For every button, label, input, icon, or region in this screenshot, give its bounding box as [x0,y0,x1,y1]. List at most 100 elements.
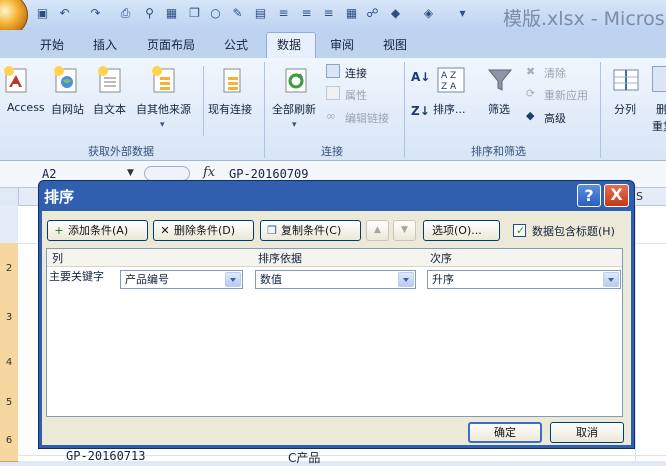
properties-button[interactable]: 属性 [345,87,367,103]
tab-page-layout[interactable]: 页面布局 [147,36,195,53]
text-to-columns-icon [613,69,639,91]
advanced-filter-button[interactable]: 高级 [544,110,566,126]
access-button[interactable]: Access [7,101,45,114]
delete-icon: ✕ [160,224,170,237]
tab-insert[interactable]: 插入 [93,36,117,53]
formula-bar-handle[interactable] [144,166,190,181]
formula-input[interactable]: GP-20160709 [229,167,308,181]
refresh-dropdown-icon[interactable]: ▾ [292,120,297,130]
filter-icon [487,69,513,91]
tab-data[interactable]: 数据 [277,36,301,53]
access-icon [4,66,27,93]
sort-column-value: 产品编号 [125,273,169,286]
tab-formulas[interactable]: 公式 [224,36,248,53]
sort-button[interactable]: 排序... [433,101,466,117]
sort-on-select[interactable]: 数值 [255,270,416,289]
connections-icon [326,64,340,78]
add-level-button[interactable]: + 添加条件(A) [47,220,148,241]
text-to-columns-button[interactable]: 分列 [614,101,636,117]
move-down-button[interactable]: ▼ [393,220,416,241]
other-sources-icon [152,66,175,93]
edit-links-button[interactable]: 编辑链接 [345,110,389,126]
reapply-button[interactable]: 重新应用 [544,87,588,103]
align-center-icon[interactable]: ≡ [298,5,315,22]
align-left-icon[interactable]: ≡ [275,5,292,22]
svg-text:A Z: A Z [441,71,456,81]
customize-qat-icon[interactable]: ▾ [454,5,471,22]
select-all-corner[interactable] [0,188,19,205]
clear-filter-button[interactable]: 清除 [544,65,566,81]
connections-button[interactable]: 连接 [345,65,367,81]
table-icon[interactable]: ▤ [252,5,269,22]
ok-button[interactable]: 确定 [468,422,542,443]
other-sources-dropdown-icon[interactable]: ▾ [160,120,165,130]
row-header[interactable] [0,205,18,244]
fill-color-icon[interactable]: ◆ [387,5,404,22]
delete-level-label: 删除条件(D) [174,224,236,237]
cell-product-name[interactable]: C产品 [288,449,320,466]
cancel-button[interactable]: 取消 [550,422,624,443]
filter-button[interactable]: 筛选 [488,101,510,117]
remove-duplicates-icon [652,66,666,92]
close-button[interactable]: X [604,184,629,207]
check-icon: ✓ [516,224,526,237]
tab-home[interactable]: 开始 [40,36,64,53]
copy-level-icon: ❐ [267,224,277,237]
text-file-icon [98,66,121,93]
insert-function-icon[interactable]: fx [203,165,215,180]
sort-descending-icon[interactable]: Z↓ [411,104,430,118]
paint-bucket-icon[interactable]: ◈ [420,5,437,22]
align-right-icon[interactable]: ≡ [320,5,337,22]
row-header-6[interactable]: 6 [0,420,18,462]
brush-icon[interactable]: ✎ [229,5,246,22]
from-web-button[interactable]: 自网站 [51,101,84,117]
chevron-down-icon[interactable] [603,272,619,287]
link-icon[interactable]: ☍ [364,5,381,22]
row-header-2[interactable]: 2 [0,243,18,296]
has-header-checkbox[interactable]: ✓ [513,224,526,237]
sort-order-value: 升序 [432,273,454,286]
redo-icon[interactable]: ↷ [87,5,104,22]
borders-icon[interactable]: ▦ [343,5,360,22]
reapply-icon: ⟳ [526,87,536,100]
copy-icon[interactable]: ❐ [186,5,203,22]
advanced-filter-icon: ◆ [526,109,535,122]
save-icon[interactable]: ▣ [34,5,51,22]
tab-review[interactable]: 审阅 [330,36,354,53]
web-icon [54,66,77,93]
options-button[interactable]: 选项(O)... [423,220,500,241]
remove-duplicates-label-bottom[interactable]: 重复 [652,118,666,134]
sort-ascending-icon[interactable]: A↓ [411,70,430,84]
print-icon[interactable]: ⎙ [117,5,134,22]
refresh-all-button[interactable]: 全部刷新 [272,101,316,117]
sort-column-select[interactable]: 产品编号 [120,270,243,289]
from-other-sources-button[interactable]: 自其他来源 [136,101,191,117]
row-header-4[interactable]: 4 [0,340,18,386]
group-separator [404,62,405,158]
tab-view[interactable]: 视图 [383,36,407,53]
column-header-s[interactable]: S [636,190,643,203]
help-button[interactable]: ? [577,184,601,207]
existing-connections-button[interactable]: 现有连接 [208,101,252,117]
row-header-5[interactable]: 5 [0,385,18,421]
name-box-dropdown-icon[interactable]: ▼ [127,168,134,178]
print-preview-icon[interactable]: ⚲ [141,5,158,22]
from-text-button[interactable]: 自文本 [93,101,126,117]
has-header-label: 数据包含标题(H) [532,225,615,238]
primary-key-label: 主要关键字 [49,270,104,283]
chevron-down-icon[interactable] [398,272,414,287]
add-level-icon: + [54,224,64,237]
move-up-button[interactable]: ▲ [366,220,389,241]
remove-duplicates-label-top[interactable]: 删 [656,101,666,117]
refresh-all-icon [285,68,307,93]
criteria-header-row [47,249,622,267]
chevron-down-icon[interactable] [225,272,241,287]
copy-level-label: 复制条件(C) [281,224,342,237]
grid-icon[interactable]: ▦ [163,5,180,22]
delete-level-button[interactable]: ✕ 删除条件(D) [153,220,254,241]
sort-order-select[interactable]: 升序 [427,270,621,289]
undo-icon[interactable]: ↶ [56,5,73,22]
copy-level-button[interactable]: ❐ 复制条件(C) [260,220,361,241]
row-header-3[interactable]: 3 [0,295,18,341]
format-painter-icon[interactable]: ○ [207,5,224,22]
